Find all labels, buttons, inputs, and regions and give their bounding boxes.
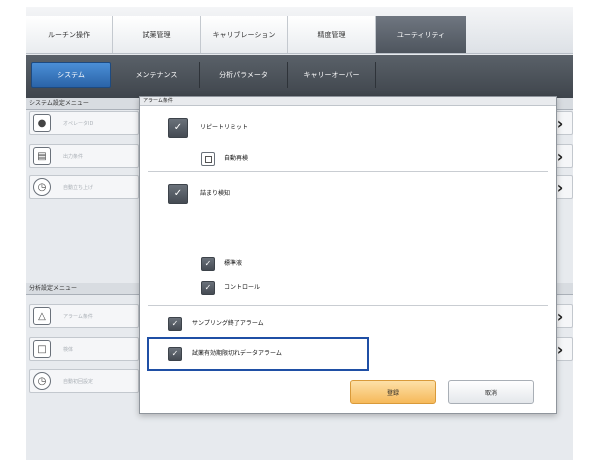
clock-add-icon: ◷ xyxy=(33,372,51,390)
control-label: コントロール xyxy=(224,284,261,291)
clock-icon: ◷ xyxy=(33,178,51,196)
alarm-conditions-dialog: アラーム条件 ✓ リピートリミット 自動再検 ✓ 詰まり検知 ✓ 標準液 ✓ コ… xyxy=(139,96,557,414)
clog-detect-label: 詰まり検知 xyxy=(200,190,231,197)
subtab-analysis-params[interactable]: 分析パラメータ xyxy=(200,62,288,88)
menu-item-label: 検体 xyxy=(63,346,74,353)
clog-detect-checkbox[interactable]: ✓ xyxy=(168,184,188,204)
unchecked-box-icon xyxy=(204,155,212,163)
tab-reagent[interactable]: 試薬管理 xyxy=(113,16,201,53)
checkmark-icon: ✓ xyxy=(204,259,212,268)
menu-item-sample[interactable]: □ 検体 xyxy=(29,337,139,361)
checkmark-icon: ✓ xyxy=(173,122,183,133)
cancel-button[interactable]: 取消 xyxy=(448,380,534,404)
printer-icon: ▤ xyxy=(33,147,51,165)
auto-rerun-checkbox[interactable] xyxy=(201,152,215,166)
tab-quality-control[interactable]: 精度管理 xyxy=(288,16,376,53)
menu-item-label: アラーム条件 xyxy=(63,313,93,320)
checkmark-icon: ✓ xyxy=(171,319,179,328)
document-icon: □ xyxy=(33,340,51,358)
user-icon: ● xyxy=(33,114,51,132)
menu-item-output-conditions[interactable]: ▤ 出力条件 xyxy=(29,144,139,168)
tab-routine[interactable]: ルーチン操作 xyxy=(26,16,113,53)
main-tab-bar: ルーチン操作 試薬管理 キャリブレーション 精度管理 ユーティリティ xyxy=(26,7,573,54)
menu-item-auto-initial-settings[interactable]: ◷ 自動初回設定 xyxy=(29,369,139,393)
tab-calibration[interactable]: キャリブレーション xyxy=(201,16,288,53)
repeat-limit-label: リピートリミット xyxy=(200,124,249,131)
register-button[interactable]: 登録 xyxy=(350,380,436,404)
divider xyxy=(148,171,548,172)
bell-icon: △ xyxy=(33,307,51,325)
checkmark-icon: ✓ xyxy=(173,188,183,199)
subtab-maintenance[interactable]: メンテナンス xyxy=(114,62,200,88)
subtab-system[interactable]: システム xyxy=(31,62,111,88)
menu-item-auto-startup[interactable]: ◷ 自動立ち上げ xyxy=(29,175,139,199)
menu-item-label: 自動初回設定 xyxy=(63,378,94,385)
repeat-limit-checkbox[interactable]: ✓ xyxy=(168,118,188,138)
menu-item-label: オペレータID xyxy=(63,120,94,127)
menu-item-operator-id[interactable]: ● オペレータID xyxy=(29,111,139,135)
menu-item-label: 自動立ち上げ xyxy=(63,184,94,191)
auto-rerun-label: 自動再検 xyxy=(224,155,249,162)
checkmark-icon: ✓ xyxy=(171,349,179,358)
divider xyxy=(148,305,548,306)
standard-label: 標準液 xyxy=(224,260,243,267)
control-checkbox[interactable]: ✓ xyxy=(201,281,215,295)
sampling-end-alarm-label: サンプリング終了アラーム xyxy=(192,320,264,327)
app-window: ルーチン操作 試薬管理 キャリブレーション 精度管理 ユーティリティ システム … xyxy=(26,7,573,460)
menu-item-alarm-conditions[interactable]: △ アラーム条件 xyxy=(29,304,139,328)
sampling-end-alarm-checkbox[interactable]: ✓ xyxy=(168,317,182,331)
checkmark-icon: ✓ xyxy=(204,283,212,292)
expired-data-alarm-checkbox[interactable]: ✓ xyxy=(168,347,182,361)
standard-checkbox[interactable]: ✓ xyxy=(201,257,215,271)
dialog-title: アラーム条件 xyxy=(140,97,556,106)
subtab-carryover[interactable]: キャリーオーバー xyxy=(288,62,376,88)
menu-item-label: 出力条件 xyxy=(63,153,84,160)
sub-tab-bar: システム メンテナンス 分析パラメータ キャリーオーバー xyxy=(26,55,573,98)
tab-utility[interactable]: ユーティリティ xyxy=(376,16,466,53)
expired-data-alarm-label: 試薬有効期限切れデータアラーム xyxy=(192,350,282,357)
